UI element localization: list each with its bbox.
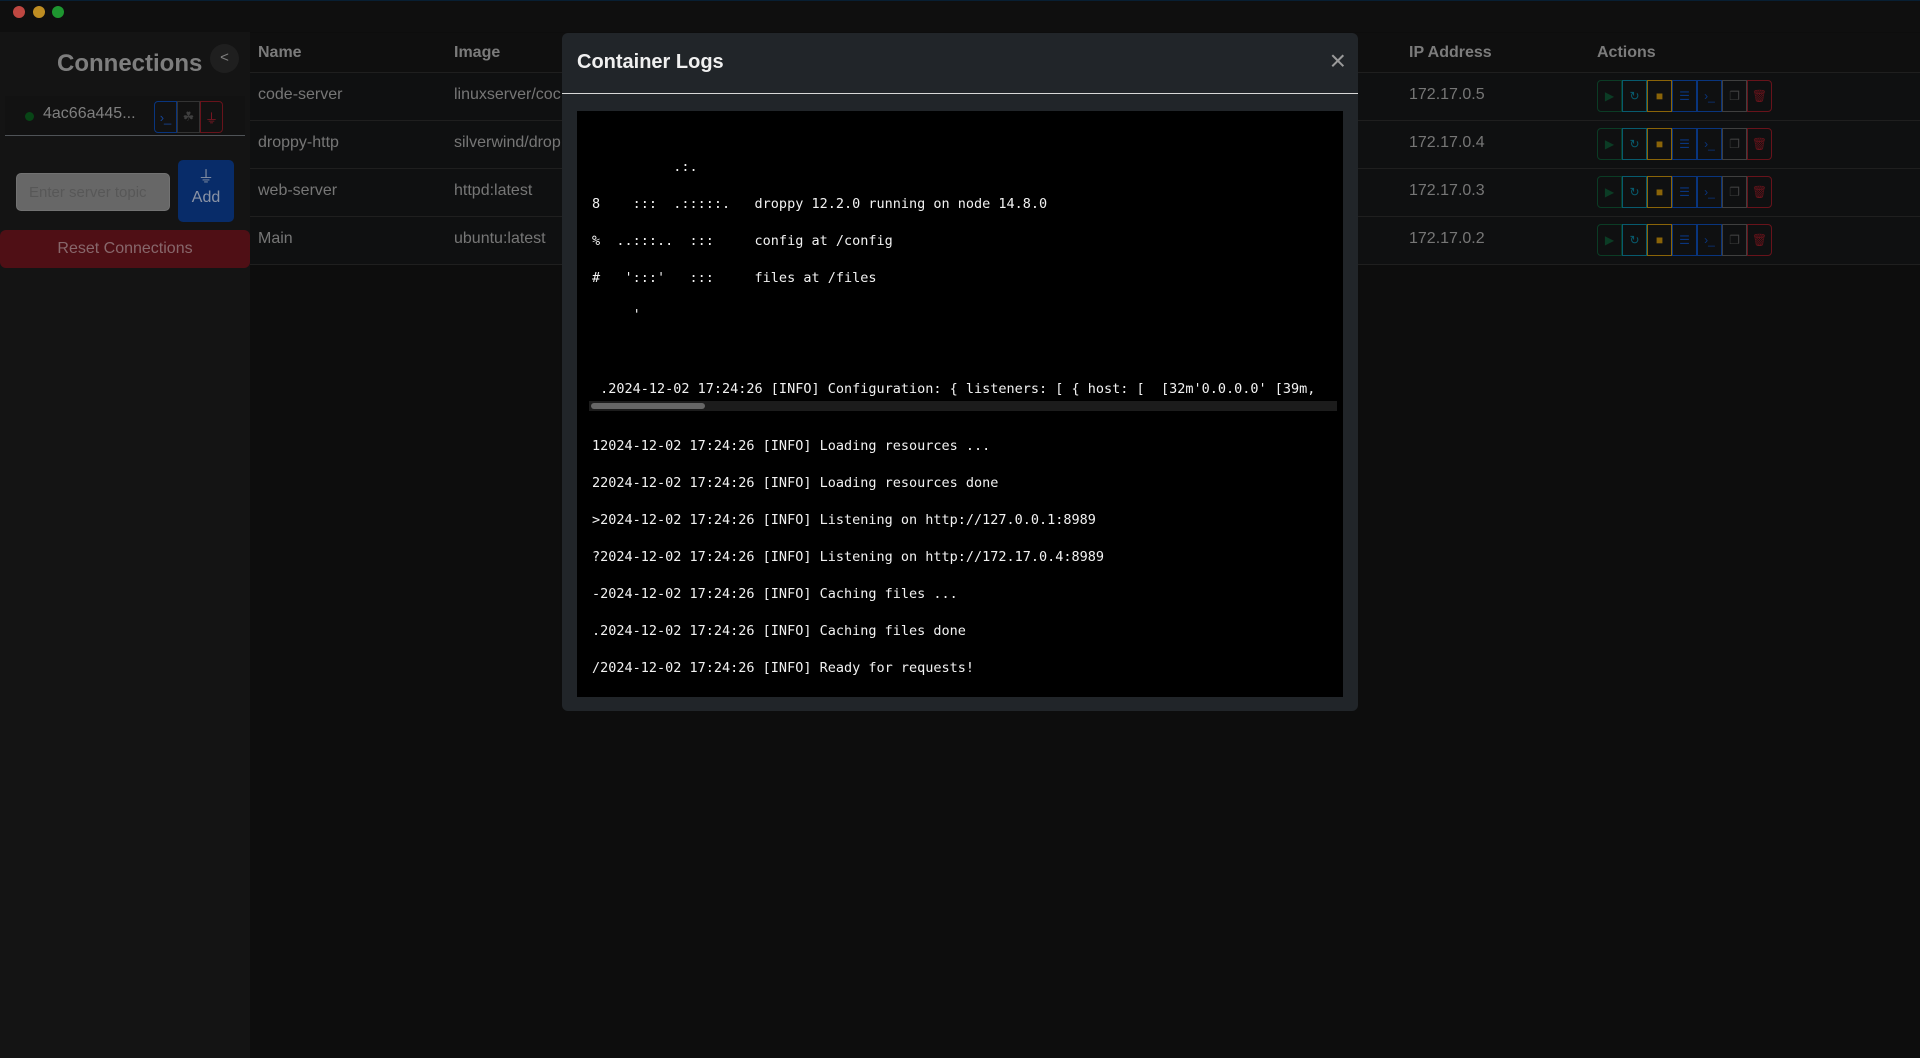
log-line: ?2024-12-02 17:24:26 [INFO] Listening on… bbox=[592, 549, 1105, 565]
log-line: .2024-12-02 17:24:26 [INFO] Caching file… bbox=[592, 623, 966, 639]
log-line: 22024-12-02 17:24:26 [INFO] Loading reso… bbox=[592, 475, 999, 491]
log-line: 8 ::: .:::::. droppy 12.2.0 running on n… bbox=[592, 196, 1048, 212]
modal-title: Container Logs bbox=[577, 51, 724, 73]
container-logs-modal: Container Logs × .:.8 ::: .:::::. droppy… bbox=[562, 33, 1358, 711]
close-icon[interactable]: × bbox=[1330, 47, 1346, 75]
log-output: .:.8 ::: .:::::. droppy 12.2.0 running o… bbox=[577, 111, 1343, 697]
log-line: /2024-12-02 17:24:26 [INFO] Ready for re… bbox=[592, 660, 975, 676]
log-line: 12024-12-02 17:24:26 [INFO] Loading reso… bbox=[592, 438, 991, 454]
log-line: .2024-12-02 17:24:26 [INFO] Configuratio… bbox=[592, 381, 1316, 397]
log-line: >2024-12-02 17:24:26 [INFO] Listening on… bbox=[592, 512, 1096, 528]
horizontal-scrollbar[interactable] bbox=[589, 401, 1337, 411]
log-line: .:. bbox=[592, 159, 698, 175]
scrollbar-thumb[interactable] bbox=[591, 403, 705, 409]
log-line: % ..:::.. ::: config at /config bbox=[592, 233, 893, 249]
modal-header: Container Logs × bbox=[562, 33, 1358, 94]
log-line: # ':::' ::: files at /files bbox=[592, 270, 877, 286]
log-line: -2024-12-02 17:24:26 [INFO] Caching file… bbox=[592, 586, 958, 602]
log-line: ' bbox=[592, 307, 641, 323]
